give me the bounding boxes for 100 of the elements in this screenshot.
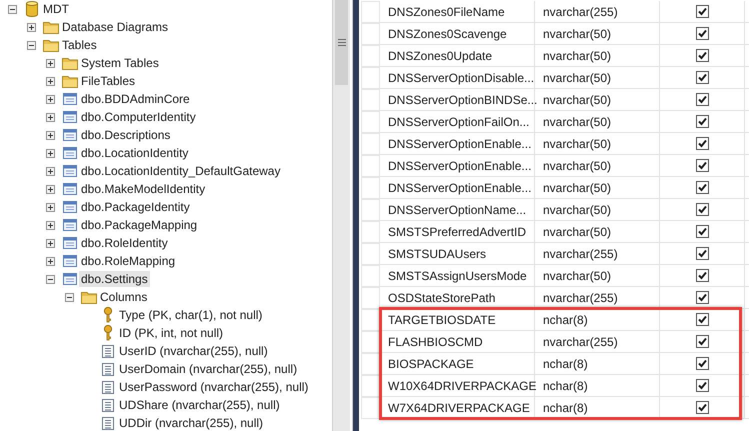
table-cell[interactable]: nvarchar(255): [535, 243, 660, 265]
expand-icon[interactable]: [46, 256, 55, 266]
table-cell[interactable]: nvarchar(50): [535, 111, 660, 133]
table-cell[interactable]: SMSTSPreferredAdvertID: [380, 221, 535, 243]
tree-item[interactable]: UDShare (nvarchar(255), null): [117, 397, 282, 413]
table-cell[interactable]: DNSZones0Update: [380, 45, 535, 67]
scrollbar[interactable]: [332, 0, 350, 431]
tree-item[interactable]: UserID (nvarchar(255), null): [117, 343, 270, 359]
tree-item[interactable]: ID (PK, int, not null): [117, 325, 226, 341]
table-cell[interactable]: nvarchar(50): [535, 45, 660, 67]
tree-item[interactable]: dbo.MakeModelIdentity: [79, 181, 208, 197]
table-cell[interactable]: DNSServerOptionFailOn...: [380, 111, 535, 133]
tree-item[interactable]: FileTables: [79, 73, 138, 89]
row-header[interactable]: [361, 397, 380, 419]
expand-icon[interactable]: [46, 184, 55, 194]
tree-item[interactable]: Type (PK, char(1), not null): [117, 307, 264, 323]
table-cell[interactable]: DNSServerOptionEnable...: [380, 133, 535, 155]
table-cell[interactable]: DNSServerOptionDisable...: [380, 67, 535, 89]
table-cell[interactable]: OSDStateStorePath: [380, 287, 535, 309]
checkbox[interactable]: [696, 379, 708, 392]
table-cell[interactable]: DNSServerOptionEnable...: [380, 155, 535, 177]
table-cell[interactable]: nvarchar(50): [535, 221, 660, 243]
expand-icon[interactable]: [46, 202, 55, 212]
table-cell[interactable]: nvarchar(50): [535, 133, 660, 155]
row-header[interactable]: [361, 353, 380, 375]
checkbox[interactable]: [696, 291, 708, 304]
checkbox[interactable]: [696, 93, 708, 106]
table-cell[interactable]: nvarchar(50): [535, 265, 660, 287]
table-cell[interactable]: nvarchar(50): [535, 89, 660, 111]
table-cell[interactable]: nvarchar(255): [535, 1, 660, 23]
tree-item[interactable]: Database Diagrams: [60, 19, 170, 35]
table-cell[interactable]: nchar(8): [535, 397, 660, 419]
tree-item[interactable]: Tables: [60, 37, 99, 53]
checkbox[interactable]: [696, 115, 708, 128]
checkbox[interactable]: [696, 357, 708, 370]
table-cell[interactable]: nvarchar(50): [535, 23, 660, 45]
checkbox[interactable]: [696, 49, 708, 62]
collapse-icon[interactable]: [27, 40, 36, 50]
tree-item[interactable]: dbo.Settings: [79, 271, 150, 287]
table-cell[interactable]: nvarchar(50): [535, 177, 660, 199]
checkbox[interactable]: [696, 401, 708, 414]
row-header[interactable]: [361, 331, 380, 353]
collapse-icon[interactable]: [46, 274, 55, 284]
table-cell[interactable]: nchar(8): [535, 309, 660, 331]
expand-icon[interactable]: [46, 166, 55, 176]
collapse-icon[interactable]: [8, 4, 17, 14]
table-cell[interactable]: W7X64DRIVERPACKAGE: [380, 397, 535, 419]
table-cell[interactable]: SMSTSUDAUsers: [380, 243, 535, 265]
checkbox[interactable]: [696, 335, 708, 348]
expand-icon[interactable]: [46, 148, 55, 158]
table-cell[interactable]: nchar(8): [535, 375, 660, 397]
tree-item[interactable]: Columns: [98, 289, 150, 305]
table-cell[interactable]: nchar(8): [535, 353, 660, 375]
expand-icon[interactable]: [27, 22, 36, 32]
collapse-icon[interactable]: [65, 292, 74, 302]
checkbox[interactable]: [696, 71, 708, 84]
expand-icon[interactable]: [46, 58, 55, 68]
row-header[interactable]: [361, 375, 380, 397]
tree-item[interactable]: UserPassword (nvarchar(255), null): [117, 379, 310, 395]
checkbox[interactable]: [696, 269, 708, 282]
table-cell[interactable]: DNSZones0Scavenge: [380, 23, 535, 45]
table-cell[interactable]: DNSServerOptionName...: [380, 199, 535, 221]
expand-icon[interactable]: [46, 112, 55, 122]
table-cell[interactable]: FLASHBIOSCMD: [380, 331, 535, 353]
tree-item[interactable]: dbo.BDDAdminCore: [79, 91, 192, 107]
checkbox[interactable]: [696, 225, 708, 238]
tree-item[interactable]: dbo.Descriptions: [79, 127, 172, 143]
expand-icon[interactable]: [46, 76, 55, 86]
tree-item[interactable]: System Tables: [79, 55, 161, 71]
tree-item[interactable]: dbo.RoleMapping: [79, 253, 178, 269]
tree-item[interactable]: UDDir (nvarchar(255), null): [117, 415, 266, 431]
checkbox[interactable]: [696, 137, 708, 150]
row-header[interactable]: [361, 309, 380, 331]
expand-icon[interactable]: [46, 220, 55, 230]
table-cell[interactable]: nvarchar(255): [535, 331, 660, 353]
expand-icon[interactable]: [46, 130, 55, 140]
tree-item[interactable]: UserDomain (nvarchar(255), null): [117, 361, 300, 377]
checkbox[interactable]: [696, 5, 708, 18]
table-cell[interactable]: DNSServerOptionBINDSe...: [380, 89, 535, 111]
tree-item[interactable]: dbo.RoleIdentity: [79, 235, 170, 251]
tree-item[interactable]: dbo.LocationIdentity: [79, 145, 190, 161]
table-cell[interactable]: BIOSPACKAGE: [380, 353, 535, 375]
expand-icon[interactable]: [46, 94, 55, 104]
checkbox[interactable]: [696, 181, 708, 194]
table-cell[interactable]: W10X64DRIVERPACKAGE: [380, 375, 535, 397]
checkbox[interactable]: [696, 159, 708, 172]
table-cell[interactable]: TARGETBIOSDATE: [380, 309, 535, 331]
table-cell[interactable]: DNSServerOptionEnable...: [380, 177, 535, 199]
table-cell[interactable]: SMSTSAssignUsersMode: [380, 265, 535, 287]
expand-icon[interactable]: [46, 238, 55, 248]
scrollbar-thumb[interactable]: [335, 0, 348, 85]
tree-item[interactable]: dbo.PackageIdentity: [79, 199, 192, 215]
checkbox[interactable]: [696, 313, 708, 326]
table-cell[interactable]: nvarchar(50): [535, 155, 660, 177]
tree-item[interactable]: dbo.ComputerIdentity: [79, 109, 198, 125]
table-cell[interactable]: nvarchar(50): [535, 67, 660, 89]
table-cell[interactable]: nvarchar(255): [535, 287, 660, 309]
tree-item[interactable]: dbo.LocationIdentity_DefaultGateway: [79, 163, 282, 179]
tree-item[interactable]: dbo.PackageMapping: [79, 217, 200, 233]
tree-item[interactable]: MDT: [41, 1, 71, 17]
